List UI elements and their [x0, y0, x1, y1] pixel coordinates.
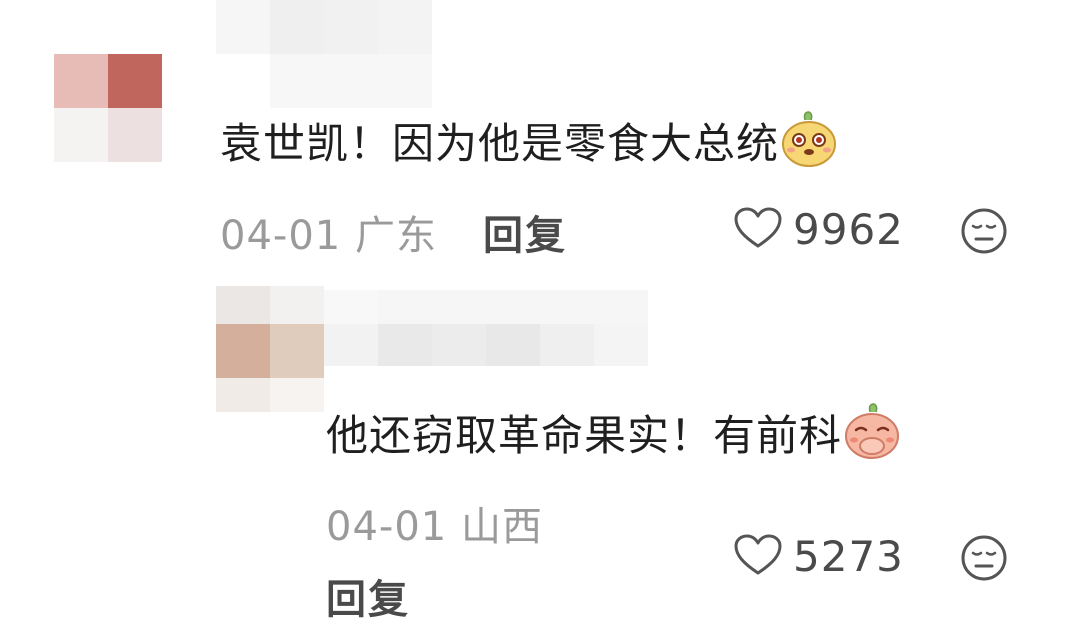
comment-body: 袁世凯！因为他是零食大总统	[220, 119, 780, 168]
username[interactable]	[324, 290, 648, 366]
avatar[interactable]	[216, 286, 324, 412]
comment-date: 04-01	[326, 504, 448, 550]
comment-meta: 04-01 山西	[326, 494, 543, 552]
avatar[interactable]	[54, 54, 162, 162]
comment-text: 他还窃取革命果实！有前科	[326, 402, 900, 471]
like-count: 5273	[793, 532, 904, 581]
comment-date: 04-01	[220, 213, 342, 259]
username[interactable]	[216, 0, 432, 108]
comment-body: 他还窃取革命果实！有前科	[326, 411, 843, 460]
comment-meta: 04-01 广东	[220, 203, 437, 261]
pink-blob-cover-mouth-emoji-icon	[844, 402, 900, 471]
like-button[interactable]: 5273	[733, 532, 904, 581]
dislike-button[interactable]	[960, 534, 1008, 586]
heart-icon	[733, 206, 783, 254]
like-button[interactable]: 9962	[733, 205, 904, 254]
neutral-face-icon	[960, 535, 1008, 586]
neutral-face-icon	[960, 208, 1008, 259]
comment-text: 袁世凯！因为他是零食大总统	[220, 110, 837, 179]
reply-button[interactable]: 回复	[483, 203, 567, 261]
heart-icon	[733, 533, 783, 581]
reply-button[interactable]: 回复	[326, 567, 410, 625]
comment-location: 广东	[354, 213, 437, 259]
like-count: 9962	[793, 205, 904, 254]
yellow-blob-emoji-icon	[781, 110, 837, 179]
dislike-button[interactable]	[960, 207, 1008, 259]
comment-location: 山西	[460, 504, 543, 550]
